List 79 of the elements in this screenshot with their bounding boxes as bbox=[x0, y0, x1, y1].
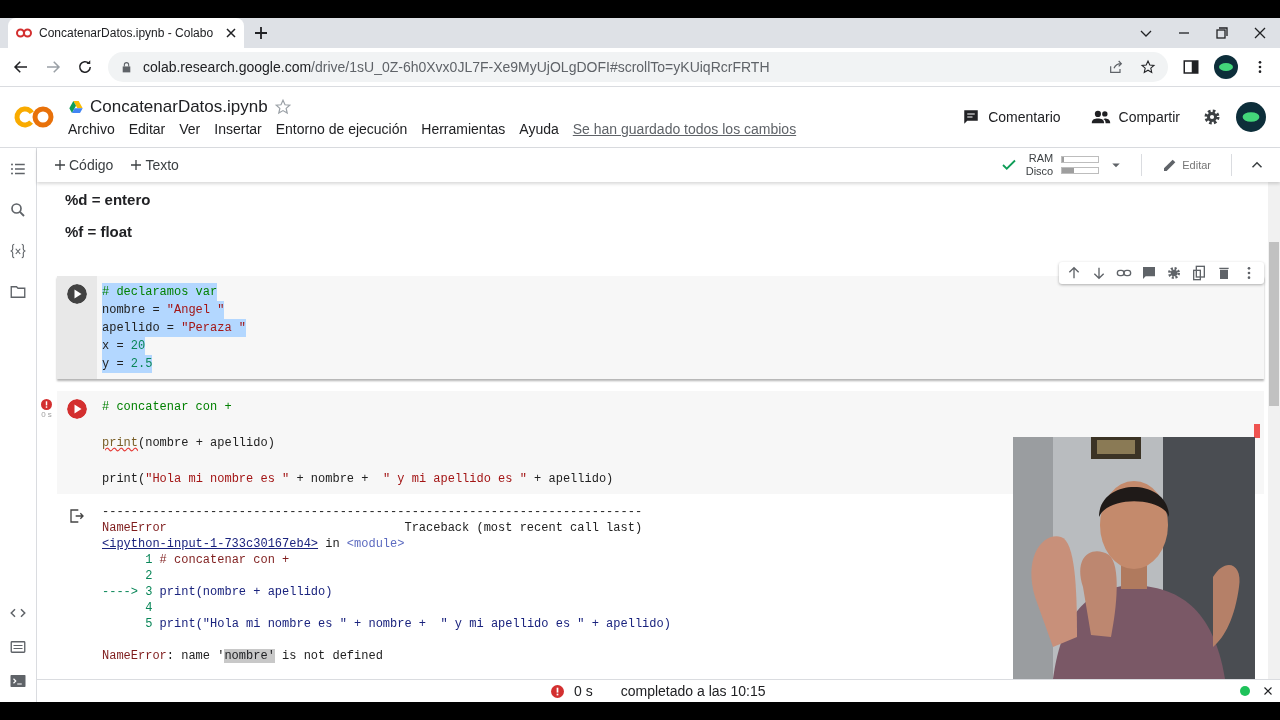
menu-item[interactable]: Ayuda bbox=[519, 121, 559, 137]
run-button[interactable] bbox=[67, 284, 87, 304]
trash-icon[interactable] bbox=[1216, 265, 1232, 281]
output-line: 1 # concatenar con + bbox=[144, 552, 290, 568]
people-icon bbox=[1090, 109, 1111, 125]
drive-icon[interactable] bbox=[68, 99, 84, 115]
forward-icon bbox=[44, 58, 62, 76]
code-line: print("Hola mi nombre es " + nombre + " y mi apellido es " + apellido) bbox=[102, 471, 614, 488]
scrollbar-thumb[interactable] bbox=[1269, 242, 1279, 406]
output-icon[interactable] bbox=[69, 508, 85, 524]
output-line: ----> 3 print(nombre + apellido) bbox=[102, 584, 333, 600]
add-text-button[interactable]: Texto bbox=[127, 153, 183, 177]
star-icon[interactable] bbox=[1140, 59, 1156, 75]
colab-logo-icon bbox=[16, 28, 32, 38]
share-icon[interactable] bbox=[1108, 59, 1124, 75]
settings-icon[interactable] bbox=[1202, 107, 1222, 127]
disk-meter bbox=[1061, 167, 1100, 174]
output-line: 4 bbox=[144, 600, 153, 616]
address-bar[interactable]: colab.research.google.com/drive/1sU_0Z-6h0Xvx0JL7F-Xe9MyUjOLgDOFI#scrollTo=yKUiqRcrFRTH bbox=[108, 52, 1168, 82]
run-time: 0 s bbox=[574, 683, 593, 699]
new-tab-icon[interactable] bbox=[254, 26, 268, 40]
output-line: NameError Traceback (most recent call last) bbox=[102, 520, 643, 536]
avatar-icon[interactable] bbox=[1236, 102, 1266, 132]
plus-icon bbox=[131, 160, 142, 170]
reload-icon[interactable] bbox=[76, 58, 94, 76]
close-icon[interactable] bbox=[1254, 27, 1266, 39]
colab-logo-icon[interactable] bbox=[14, 105, 54, 129]
url-text: colab.research.google.com/drive/1sU_0Z-6h0Xvx0JL7F-Xe9MyUjOLgDOFI#scrollTo=yKUiqRcrFRTH bbox=[143, 59, 770, 75]
comment-icon[interactable] bbox=[1141, 265, 1157, 281]
menu-item[interactable]: Herramientas bbox=[421, 121, 506, 137]
status-message: completado a las 10:15 bbox=[620, 683, 766, 699]
lock-icon bbox=[120, 60, 133, 74]
notebook-title[interactable]: ConcatenarDatos.ipynb bbox=[90, 97, 268, 117]
menu-item[interactable]: Editar bbox=[128, 121, 166, 137]
search-icon[interactable] bbox=[9, 201, 27, 219]
text-cell: %f = float bbox=[65, 223, 133, 240]
move-down-icon[interactable] bbox=[1091, 265, 1107, 281]
exec-time: 0 s bbox=[41, 410, 52, 419]
plus-icon bbox=[55, 160, 65, 170]
output-line: 2 bbox=[144, 568, 153, 584]
run-button[interactable] bbox=[67, 399, 87, 419]
comment-icon bbox=[962, 108, 981, 126]
share-button[interactable]: Compartir bbox=[1082, 103, 1188, 131]
variables-icon[interactable] bbox=[9, 242, 27, 260]
output-line: --------------------------------------------------------------------------- bbox=[102, 504, 643, 520]
edit-button[interactable]: Editar bbox=[1158, 153, 1215, 177]
menu-item[interactable]: Ver bbox=[179, 121, 201, 137]
snippets-icon[interactable] bbox=[9, 638, 27, 656]
code-line: # concatenar con + bbox=[102, 399, 232, 416]
restore-icon[interactable] bbox=[1216, 27, 1228, 39]
avatar-icon[interactable] bbox=[1214, 55, 1238, 79]
ram-meter bbox=[1061, 156, 1100, 163]
text-cell: %d = entero bbox=[65, 191, 151, 208]
ram-label: RAM bbox=[1028, 152, 1054, 165]
output-line: 5 print("Hola mi nombre es " + nombre + " y mi apellido es " + apellido) bbox=[144, 616, 671, 632]
close-icon[interactable] bbox=[226, 28, 236, 38]
output-line: <ipython-input-1-733c30167eb4> in <module> bbox=[102, 536, 405, 552]
save-status-link[interactable]: Se han guardado todos los cambios bbox=[572, 121, 797, 137]
mirror-icon[interactable] bbox=[1191, 265, 1207, 281]
star-icon[interactable] bbox=[273, 98, 292, 116]
close-icon[interactable] bbox=[1262, 685, 1274, 697]
connection-dot bbox=[1240, 686, 1250, 696]
settings-icon[interactable] bbox=[1166, 265, 1182, 281]
menu-item[interactable]: Insertar bbox=[214, 121, 262, 137]
add-code-button[interactable]: Código bbox=[51, 153, 118, 177]
folder-icon[interactable] bbox=[9, 283, 27, 301]
error-marker bbox=[1254, 424, 1260, 438]
browser-tab[interactable]: ConcatenarDatos.ipynb - Colabo bbox=[8, 18, 244, 48]
move-up-icon[interactable] bbox=[1066, 265, 1082, 281]
side-panel-icon[interactable] bbox=[1182, 58, 1200, 76]
output-line: NameError: name 'nombre' is not defined bbox=[102, 648, 383, 664]
menu-item[interactable]: Archivo bbox=[68, 121, 115, 137]
terminal-icon[interactable] bbox=[9, 672, 27, 690]
comment-button[interactable]: Comentario bbox=[954, 102, 1069, 132]
code-line: print(nombre + apellido) bbox=[102, 435, 275, 452]
error-icon bbox=[551, 684, 564, 698]
menu-item[interactable]: Entorno de ejecución bbox=[275, 121, 408, 137]
back-icon[interactable] bbox=[12, 58, 30, 76]
disk-label: Disco bbox=[1025, 165, 1054, 178]
